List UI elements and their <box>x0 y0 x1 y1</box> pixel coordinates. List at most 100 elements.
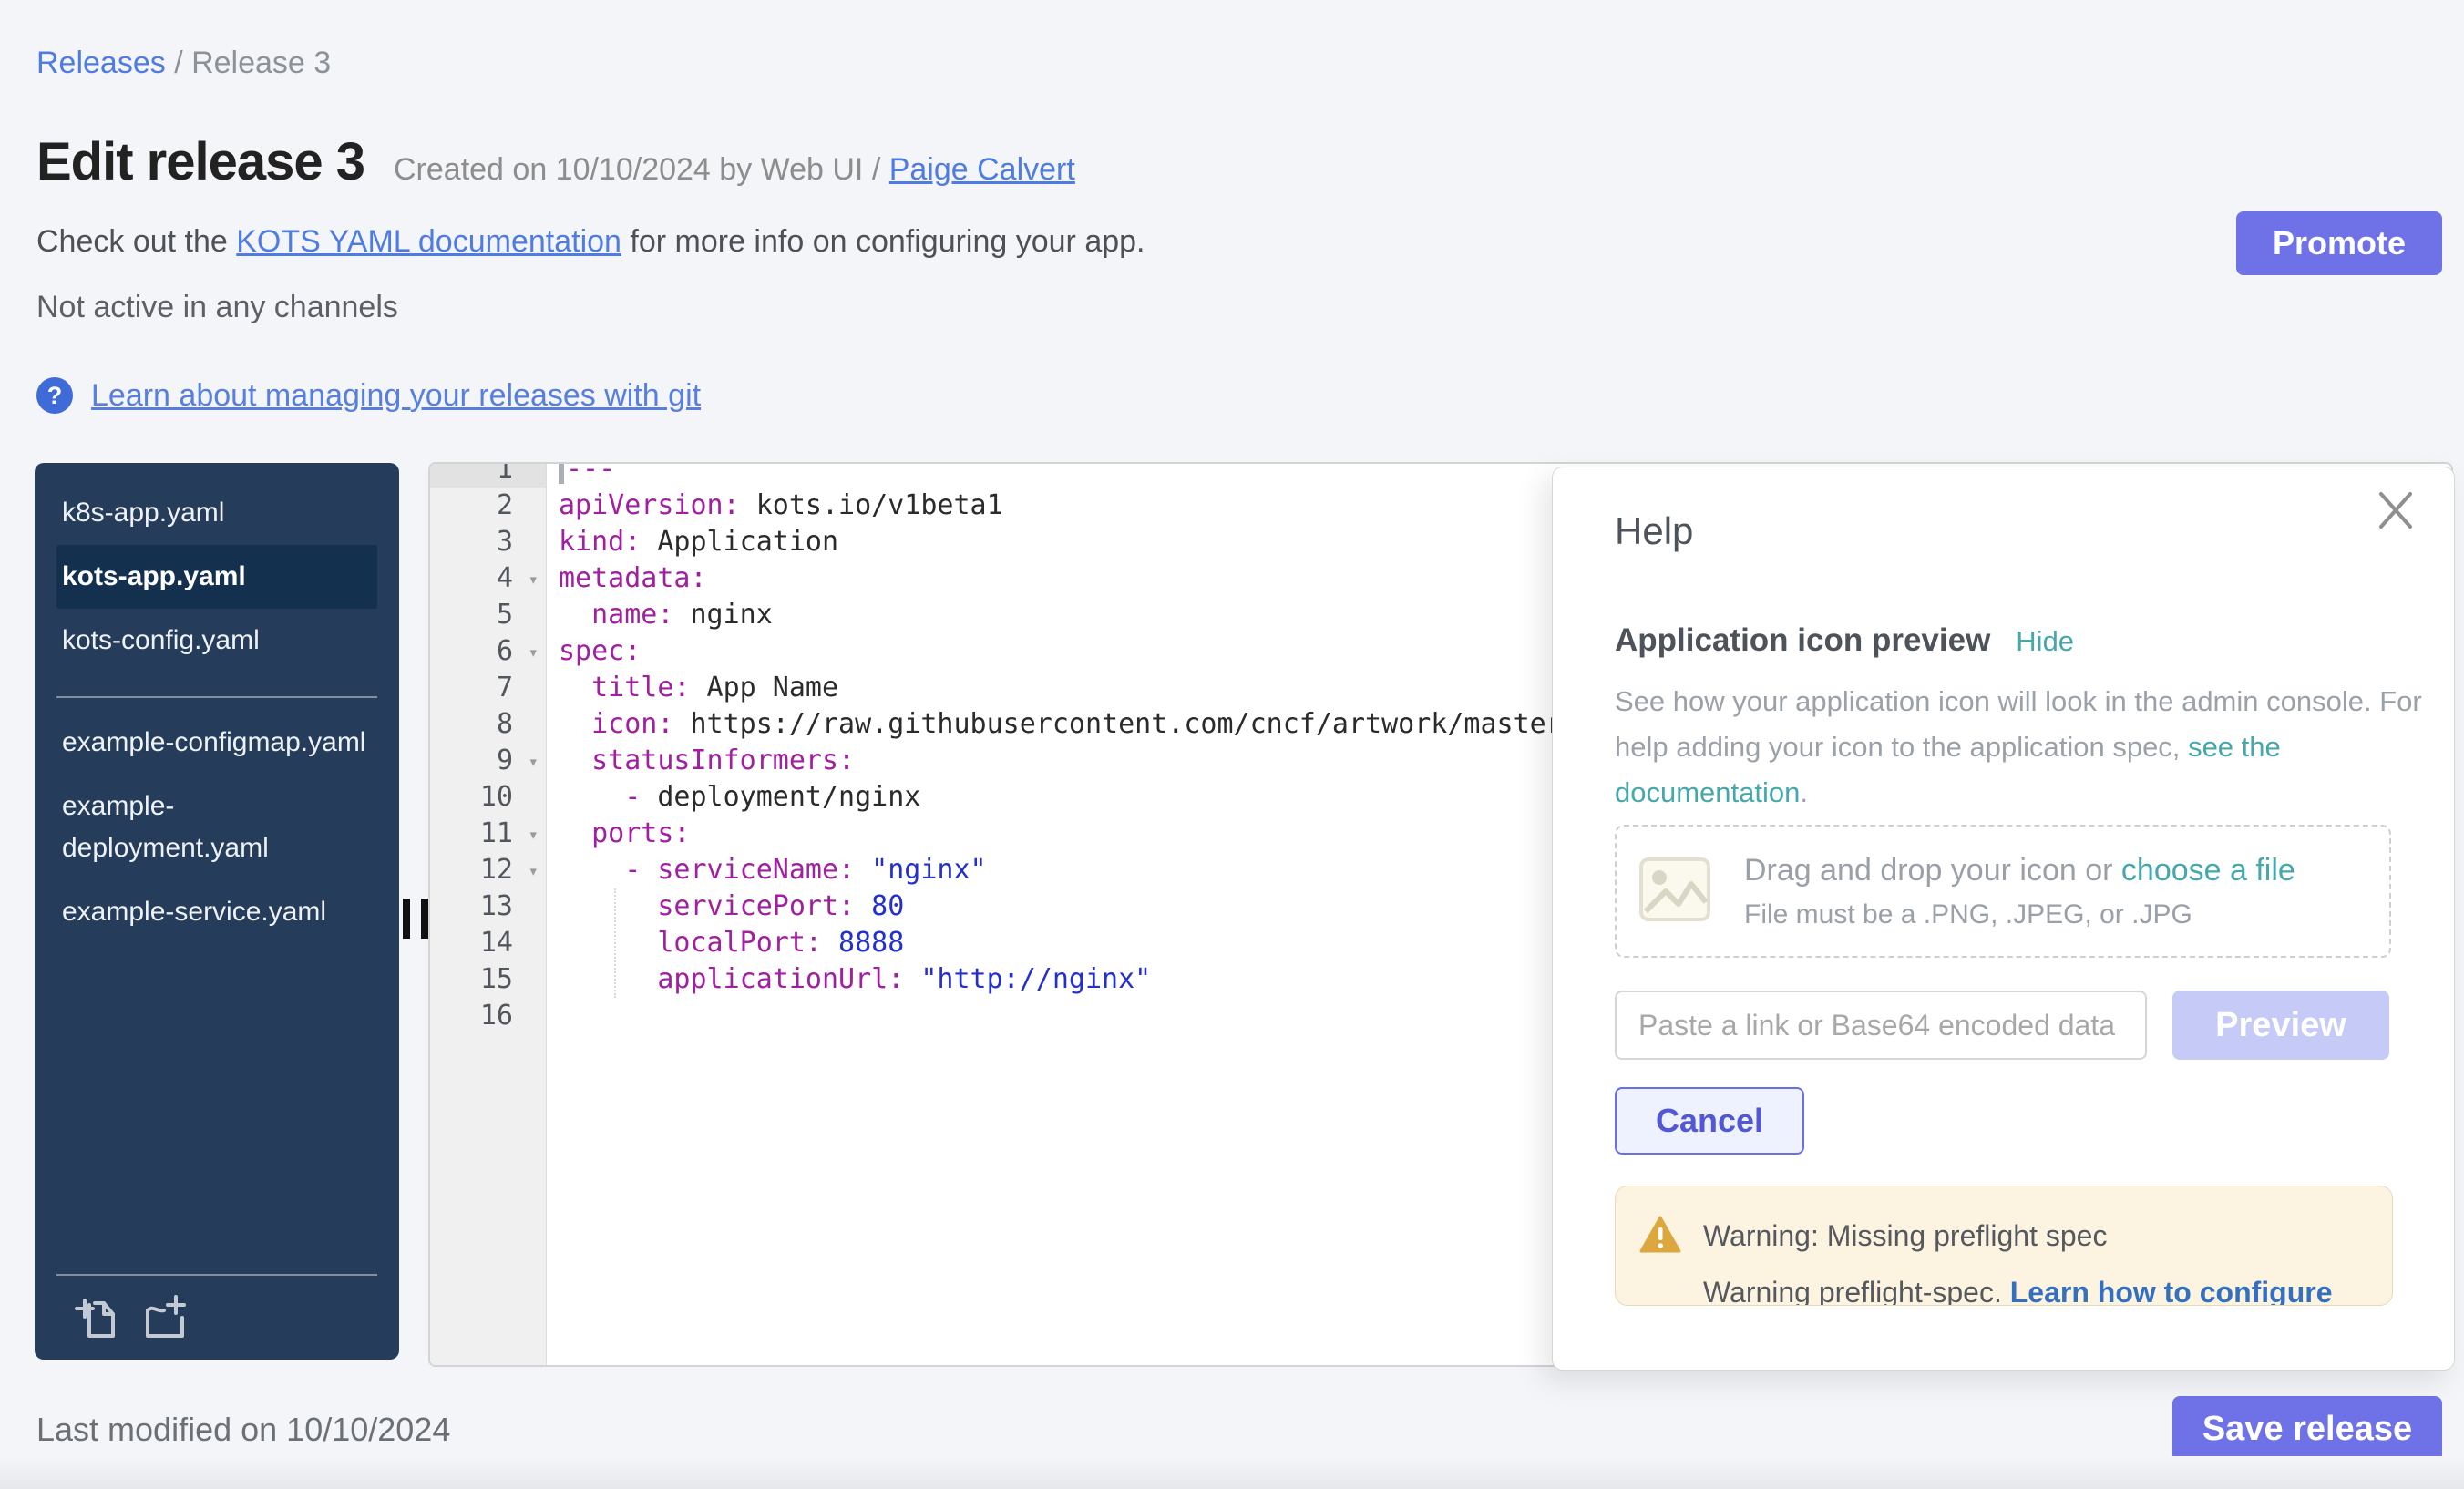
code-text: spec: <box>546 633 641 670</box>
line-number: 10 <box>430 779 546 816</box>
choose-a-file-link[interactable]: choose a file <box>2121 853 2295 888</box>
description-prefix: Check out the <box>36 224 236 259</box>
warning-detail-text: Warning preflight-spec. <box>1703 1276 2010 1306</box>
help-panel: Help Application icon preview Hide See h… <box>1552 467 2455 1371</box>
created-author-link[interactable]: Paige Calvert <box>889 152 1075 187</box>
question-mark-icon: ? <box>36 377 73 414</box>
fold-caret-icon[interactable]: ▾ <box>529 816 539 853</box>
bottom-gradient-strip <box>0 1456 2464 1489</box>
line-number: 4▾ <box>430 560 546 597</box>
sidebar-bottom <box>35 1274 399 1360</box>
preflight-warning-box: Warning: Missing preflight spec Warning … <box>1615 1186 2393 1306</box>
description-suffix: . <box>1800 776 1808 808</box>
breadcrumb: Releases / Release 3 <box>36 46 331 81</box>
breadcrumb-separator: / <box>166 46 191 80</box>
text-cursor <box>559 462 564 484</box>
warning-triangle-icon <box>1639 1216 1681 1258</box>
handle-bar <box>421 899 428 939</box>
description-suffix: for more info on configuring your app. <box>621 224 1145 259</box>
file-item-kots-app.yaml[interactable]: kots-app.yaml <box>56 545 377 609</box>
help-panel-title: Help <box>1615 509 1693 553</box>
code-text: apiVersion: kots.io/v1beta1 <box>546 488 1003 524</box>
line-number: 13 <box>430 888 546 925</box>
file-item-example-service.yaml[interactable]: example-service.yaml <box>56 880 377 944</box>
fold-caret-icon[interactable]: ▾ <box>529 634 539 671</box>
file-item-example-configmap.yaml[interactable]: example-configmap.yaml <box>56 711 377 775</box>
page-title: Edit release 3 <box>36 131 364 192</box>
file-group-examples: example-configmap.yamlexample-deployment… <box>35 711 399 944</box>
save-release-button[interactable]: Save release <box>2172 1396 2442 1462</box>
upload-file-icon[interactable] <box>73 1292 117 1340</box>
title-row: Edit release 3 Created on 10/10/2024 by … <box>36 131 1075 192</box>
last-modified-text: Last modified on 10/10/2024 <box>36 1411 450 1449</box>
code-text: icon: https://raw.githubusercontent.com/… <box>546 706 1579 743</box>
created-text: Created on 10/10/2024 by Web UI / <box>394 152 889 187</box>
code-text: metadata: <box>546 560 707 597</box>
line-number: 3 <box>430 524 546 560</box>
dropzone-hint: File must be a .PNG, .JPEG, or .JPG <box>1744 899 2295 930</box>
line-number: 2 <box>430 488 546 524</box>
line-number: 12▾ <box>430 852 546 888</box>
breadcrumb-current: Release 3 <box>191 46 331 80</box>
dropzone-prompt-text: Drag and drop your icon or <box>1744 853 2121 888</box>
promote-button[interactable]: Promote <box>2236 211 2442 275</box>
close-icon[interactable] <box>2377 489 2414 534</box>
line-number: 11▾ <box>430 816 546 852</box>
channel-status: Not active in any channels <box>36 290 398 325</box>
line-number: 5 <box>430 597 546 633</box>
description-line-1: See how your application icon will look … <box>1615 685 2259 717</box>
code-text: localPort: 8888 <box>546 925 904 961</box>
file-item-example-deployment.yaml[interactable]: example-deployment.yaml <box>56 775 377 880</box>
code-text: statusInformers: <box>546 743 855 779</box>
file-group-kots: k8s-app.yamlkots-app.yamlkots-config.yam… <box>35 481 399 673</box>
fold-caret-icon[interactable]: ▾ <box>529 561 539 598</box>
dropzone-prompt: Drag and drop your icon or choose a file <box>1744 853 2295 888</box>
icon-dropzone[interactable]: Drag and drop your icon or choose a file… <box>1615 825 2391 958</box>
icon-preview-section-header: Application icon preview Hide <box>1615 622 2074 659</box>
code-text: title: App Name <box>546 670 838 706</box>
code-text <box>546 998 559 1034</box>
cancel-button[interactable]: Cancel <box>1615 1087 1804 1155</box>
line-number: 9▾ <box>430 743 546 779</box>
line-number: 1 <box>430 462 546 488</box>
code-text: - deployment/nginx <box>546 779 920 816</box>
line-number: 7 <box>430 670 546 706</box>
code-text: servicePort: 80 <box>546 888 904 925</box>
icon-preview-title: Application icon preview <box>1615 622 1990 659</box>
hide-link[interactable]: Hide <box>2016 625 2074 658</box>
code-text: ports: <box>546 816 691 852</box>
code-text: name: nginx <box>546 597 773 633</box>
file-item-kots-config.yaml[interactable]: kots-config.yaml <box>56 609 377 673</box>
new-file-icon[interactable] <box>140 1292 188 1340</box>
page-description: Check out the KOTS YAML documentation fo… <box>36 224 1145 260</box>
kots-yaml-doc-link[interactable]: KOTS YAML documentation <box>236 224 621 259</box>
code-text: - serviceName: "nginx" <box>546 852 987 888</box>
line-number: 14 <box>430 925 546 961</box>
git-help-row[interactable]: ? Learn about managing your releases wit… <box>36 377 701 414</box>
line-number: 8 <box>430 706 546 743</box>
file-tree-divider <box>56 696 377 698</box>
sidebar-bottom-divider <box>56 1274 377 1276</box>
code-text: kind: Application <box>546 524 838 560</box>
breadcrumb-releases-link[interactable]: Releases <box>36 46 166 80</box>
code-text: applicationUrl: "http://nginx" <box>546 961 1151 998</box>
line-number: 16 <box>430 998 546 1034</box>
code-text: --- <box>546 462 615 488</box>
line-number: 15 <box>430 961 546 998</box>
preview-button[interactable]: Preview <box>2172 991 2389 1060</box>
git-help-link[interactable]: Learn about managing your releases with … <box>91 378 701 414</box>
icon-preview-description: See how your application icon will look … <box>1615 679 2454 816</box>
image-placeholder-icon <box>1638 857 1711 927</box>
handle-bar <box>403 899 410 939</box>
warning-detail: Warning preflight-spec. Learn how to con… <box>1703 1276 2333 1306</box>
fold-caret-icon[interactable]: ▾ <box>529 744 539 780</box>
fold-caret-icon[interactable]: ▾ <box>529 853 539 889</box>
indent-guide <box>614 888 616 998</box>
created-info: Created on 10/10/2024 by Web UI / Paige … <box>394 152 1075 188</box>
learn-how-to-configure-link[interactable]: Learn how to configure <box>2010 1276 2333 1306</box>
line-number: 6▾ <box>430 633 546 670</box>
sidebar-resize-handle[interactable] <box>403 899 428 939</box>
file-tree-sidebar: k8s-app.yamlkots-app.yamlkots-config.yam… <box>35 463 399 1360</box>
icon-url-input[interactable] <box>1615 991 2147 1060</box>
file-item-k8s-app.yaml[interactable]: k8s-app.yaml <box>56 481 377 545</box>
